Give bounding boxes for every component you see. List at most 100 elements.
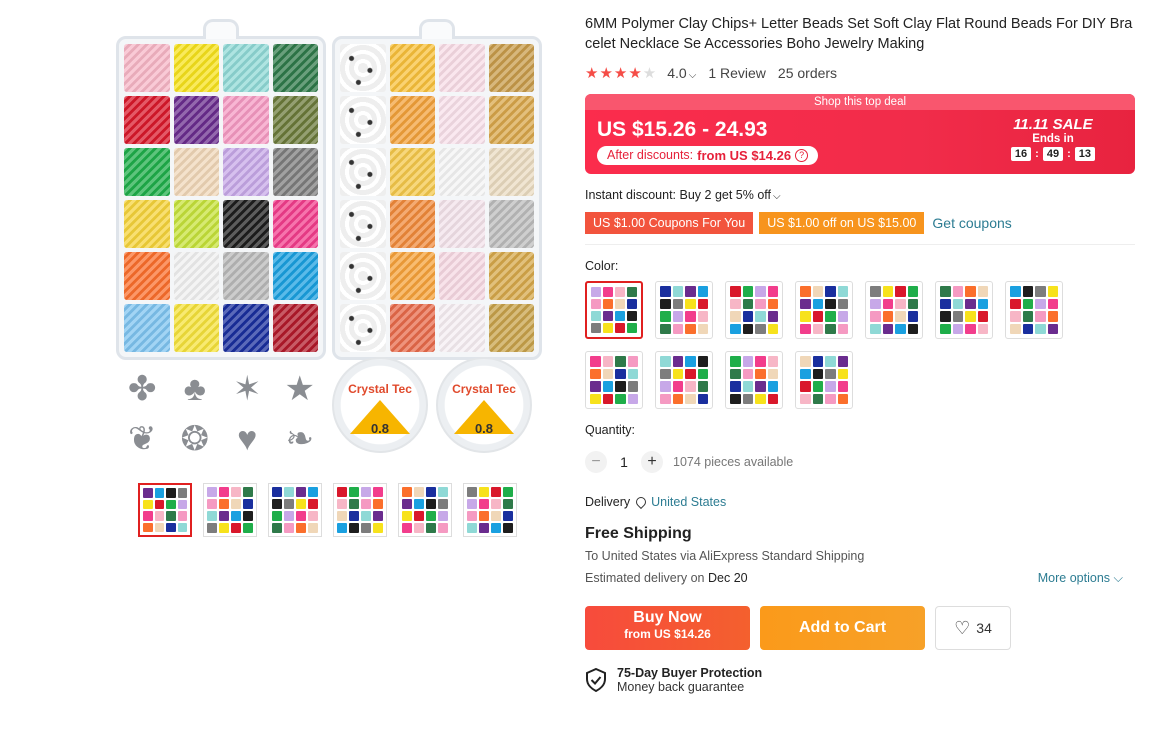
coupon-badge[interactable]: US $1.00 Coupons For You xyxy=(585,212,754,234)
increase-quantity-button[interactable]: + xyxy=(641,451,663,473)
deal-banner[interactable]: Shop this top deal US $15.26 - 24.93 Aft… xyxy=(585,94,1135,174)
cord-spool: Crystal Tec 0.8 xyxy=(436,357,532,453)
swatch-color-cell xyxy=(952,298,963,309)
bead-compartment xyxy=(488,252,534,300)
color-option-swatch[interactable] xyxy=(935,281,993,339)
swatch-color-cell xyxy=(940,286,951,297)
swatch-color-cell xyxy=(591,299,601,309)
buyer-protection[interactable]: 75-Day Buyer Protection Money back guara… xyxy=(585,666,1135,694)
color-option-swatch[interactable] xyxy=(585,351,643,409)
color-option-swatch[interactable] xyxy=(865,281,923,339)
coupon-badge[interactable]: US $1.00 off on US $15.00 xyxy=(759,212,925,234)
swatch-color-cell xyxy=(965,311,976,322)
swatch-color-cell xyxy=(231,511,241,521)
color-option-swatch[interactable] xyxy=(655,351,713,409)
color-option-swatch[interactable] xyxy=(1005,281,1063,339)
bead-compartment xyxy=(124,200,170,248)
swatch-color-cell xyxy=(685,356,696,367)
color-option-swatch[interactable] xyxy=(725,281,783,339)
bead-compartment xyxy=(340,44,386,92)
swatch-color-cell xyxy=(308,499,318,509)
swatch-color-cell xyxy=(272,523,282,533)
swatch-color-cell xyxy=(166,488,176,498)
timer-colon: : xyxy=(1035,148,1039,160)
swatch-color-cell xyxy=(154,488,164,498)
bead-compartment xyxy=(223,148,269,196)
swatch-color-cell xyxy=(219,499,229,509)
swatch-color-cell xyxy=(591,311,601,321)
swatch-color-cell xyxy=(672,356,683,367)
swatch-color-cell xyxy=(603,299,613,309)
main-product-image[interactable]: ✤ ♣ ✶ ★ ❦ ❂ ♥ ❧ Crystal Tec 0.8 Crystal … xyxy=(110,14,550,464)
bead-compartment xyxy=(272,304,318,352)
color-option-swatch[interactable] xyxy=(585,281,643,339)
swatch-color-cell xyxy=(837,298,848,309)
swatch-color-cell xyxy=(742,356,753,367)
swatch-color-cell xyxy=(143,499,153,509)
swatch-color-cell xyxy=(837,393,848,404)
wishlist-button[interactable]: ♡ 34 xyxy=(935,606,1011,650)
gallery-thumbnail[interactable] xyxy=(203,483,257,537)
more-options-link[interactable]: More options ⌵ xyxy=(1038,571,1135,586)
swatch-color-cell xyxy=(882,298,893,309)
swatch-color-cell xyxy=(337,499,347,509)
swatch-color-cell xyxy=(426,487,436,497)
estimated-delivery-row: Estimated delivery on Dec 20 More option… xyxy=(585,571,1135,586)
swatch-color-cell xyxy=(154,511,164,521)
swatch-color-cell xyxy=(243,523,253,533)
gallery-thumbnail[interactable] xyxy=(268,483,322,537)
swatch-color-cell xyxy=(672,311,683,322)
swatch-color-cell xyxy=(361,487,371,497)
swatch-color-cell xyxy=(166,511,176,521)
swatch-color-cell xyxy=(825,393,836,404)
swatch-color-cell xyxy=(467,511,477,521)
color-option-swatch[interactable] xyxy=(795,281,853,339)
buy-now-button[interactable]: Buy Now from US $14.26 xyxy=(585,606,750,650)
elephant-charm-icon: ❦ xyxy=(128,420,157,458)
chevron-down-icon: ⌵ xyxy=(688,70,697,81)
quantity-input[interactable]: 1 xyxy=(607,454,641,470)
color-option-swatch[interactable] xyxy=(725,351,783,409)
delivery-country-link[interactable]: United States xyxy=(651,495,726,509)
swatch-color-cell xyxy=(812,368,823,379)
swatch-color-cell xyxy=(1035,286,1046,297)
get-coupons-link[interactable]: Get coupons xyxy=(932,215,1011,231)
swatch-color-cell xyxy=(491,511,501,521)
color-option-swatch[interactable] xyxy=(795,351,853,409)
swatch-color-cell xyxy=(479,499,489,509)
swatch-color-cell xyxy=(603,287,613,297)
reviews-link[interactable]: 1 Review xyxy=(708,65,766,81)
swatch-color-cell xyxy=(870,323,881,334)
rating-row: ★★★★★ 4.0 ⌵ 1 Review 25 orders xyxy=(585,64,1135,82)
swatch-color-cell xyxy=(800,298,811,309)
swatch-color-cell xyxy=(755,323,766,334)
gallery-thumbnail[interactable] xyxy=(138,483,192,537)
instant-discount[interactable]: Instant discount: Buy 2 get 5% off ⌵ xyxy=(585,188,1135,202)
swatch-color-cell xyxy=(590,356,601,367)
bead-compartment xyxy=(173,304,219,352)
gallery-thumbnail[interactable] xyxy=(463,483,517,537)
swatch-color-cell xyxy=(825,298,836,309)
swatch-color-cell xyxy=(977,323,988,334)
swatch-color-cell xyxy=(660,393,671,404)
coupons-row: US $1.00 Coupons For You US $1.00 off on… xyxy=(585,212,1135,234)
gallery-thumbnail[interactable] xyxy=(333,483,387,537)
swatch-color-cell xyxy=(837,286,848,297)
after-discount-pill[interactable]: After discounts: from US $14.26 ? xyxy=(597,146,819,165)
rating-value[interactable]: 4.0 ⌵ xyxy=(667,65,696,81)
product-gallery: ✤ ♣ ✶ ★ ❦ ❂ ♥ ❧ Crystal Tec 0.8 Crystal … xyxy=(110,14,550,537)
question-icon[interactable]: ? xyxy=(795,149,809,162)
decrease-quantity-button[interactable]: − xyxy=(585,451,607,473)
swatch-color-cell xyxy=(660,368,671,379)
add-to-cart-button[interactable]: Add to Cart xyxy=(760,606,925,650)
bead-compartment xyxy=(223,252,269,300)
swatch-color-cell xyxy=(615,311,625,321)
swatch-color-cell xyxy=(965,298,976,309)
swatch-color-cell xyxy=(672,393,683,404)
swatch-color-cell xyxy=(143,511,153,521)
gallery-thumbnail[interactable] xyxy=(398,483,452,537)
swatch-color-cell xyxy=(800,311,811,322)
swatch-color-cell xyxy=(308,511,318,521)
swatch-color-cell xyxy=(590,368,601,379)
color-option-swatch[interactable] xyxy=(655,281,713,339)
